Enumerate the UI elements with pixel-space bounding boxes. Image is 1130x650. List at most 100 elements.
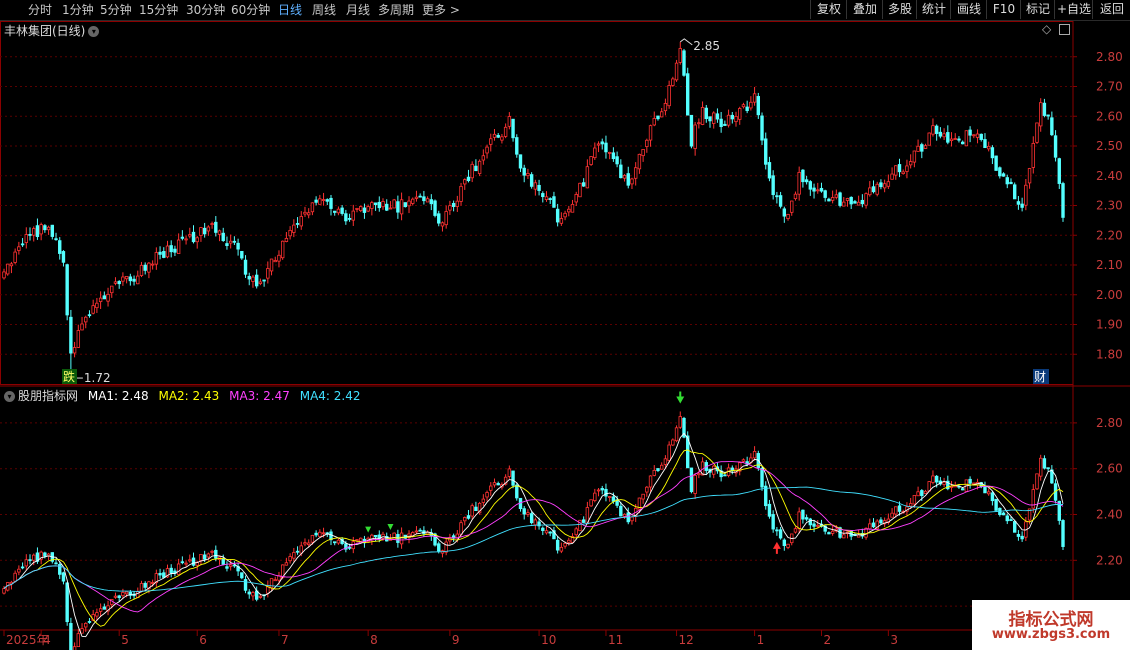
ind-candle [515,484,519,499]
ind-candle [641,493,645,500]
toolbar-action-3[interactable]: 统计 [916,0,951,19]
buy-signal-arrow [772,541,781,554]
main-candle [567,208,571,213]
period-tab-2[interactable]: 5分钟 [100,2,132,18]
toolbar-action-7[interactable]: +自选 [1054,0,1093,19]
main-candle [801,169,805,183]
ind-candle [916,491,920,497]
ind-candle [98,608,103,612]
main-candle [1027,168,1032,184]
main-candle [719,118,723,128]
main-candle [366,206,370,212]
ind-candle [960,488,965,491]
main-candle [942,133,946,138]
main-candle [173,248,177,253]
ind-y-label: 2.80 [1096,416,1123,430]
panel-toggle-icon[interactable] [1059,24,1071,35]
main-candle [897,164,902,173]
main-candle [607,152,612,154]
main-candle [715,113,720,120]
main-candle [786,213,790,219]
main-candle [656,115,660,120]
main-candle [894,165,898,176]
toolbar-action-4[interactable]: 画线 [950,0,987,19]
main-candle [347,218,352,220]
toolbar-action-5[interactable]: F10 [986,0,1021,19]
period-tab-1[interactable]: 1分钟 [62,2,94,18]
ind-candle [912,495,917,505]
main-candle [581,182,586,187]
main-candle [637,153,642,170]
date-label: 6 [199,633,207,647]
main-candle [1020,203,1024,208]
toolbar-action-6[interactable]: 标记 [1020,0,1055,19]
main-candle [396,201,400,213]
main-candle [459,185,463,202]
main-candle [585,166,590,189]
date-label: 12 [679,633,694,647]
period-tab-6[interactable]: 日线 [278,2,302,18]
ind-candle [162,572,166,578]
main-candle [1053,135,1058,158]
ind-candle [28,559,32,562]
ind-candle [953,485,957,488]
date-label: 11 [608,633,623,647]
ind-candle [318,531,322,537]
toolbar-action-2[interactable]: 多股 [882,0,917,19]
ind-candle [972,482,976,485]
main-candle [28,234,32,236]
ind-candle [622,513,627,517]
period-tab-8[interactable]: 月线 [346,2,370,18]
main-candle [778,195,783,207]
toolbar-action-8[interactable]: 返回 [1092,0,1130,19]
main-candle [994,155,998,171]
ind-candle [20,566,25,569]
period-tab-5[interactable]: 60分钟 [231,2,270,18]
ind-candle [786,543,790,548]
ind-candle [359,537,363,542]
period-tab-0[interactable]: 分时 [28,2,52,18]
main-candle [169,245,173,253]
ind-candle [225,566,229,569]
main-candle [890,173,894,180]
period-tab-10[interactable]: 更多 > [422,2,460,18]
main-y-label: 2.10 [1096,258,1123,272]
low-marker-label: 1.72 [84,371,111,385]
main-candle [730,114,734,120]
main-candle [403,202,408,208]
date-label: 1 [757,633,765,647]
period-tab-4[interactable]: 30分钟 [186,2,225,18]
main-candle [793,193,798,200]
diamond-icon[interactable]: ◇ [1042,22,1051,36]
ind-candle [827,532,831,535]
main-candle [555,208,560,223]
ind-candle [563,543,567,547]
finance-badge: 财 [1034,370,1046,384]
period-tab-9[interactable]: 多周期 [378,2,414,18]
main-candle [515,137,519,155]
ind-candle [596,489,601,492]
main-candle [1035,122,1039,143]
main-candle [845,198,850,201]
period-tab-3[interactable]: 15分钟 [139,2,178,18]
main-candle [191,231,196,243]
main-candle [399,199,404,215]
toolbar-action-0[interactable]: 复权 [810,0,847,19]
indicator-menu-icon[interactable]: ▾ [4,391,15,402]
ind-candle [284,562,289,566]
main-candle [563,212,567,218]
main-candle [619,164,623,179]
ind-candle [544,530,549,534]
main-y-label: 2.70 [1096,80,1123,94]
period-tab-7[interactable]: 周线 [312,2,336,18]
panel-menu-icon[interactable]: ▾ [88,26,100,37]
main-candle [704,107,708,119]
ind-candle [581,519,586,523]
main-candle [764,138,768,165]
ind-candle [87,621,92,623]
ind-candle [816,524,820,527]
toolbar-action-1[interactable]: 叠加 [846,0,883,19]
main-candle [756,96,761,116]
ind-candle [879,519,883,524]
ind-candle [418,529,422,532]
